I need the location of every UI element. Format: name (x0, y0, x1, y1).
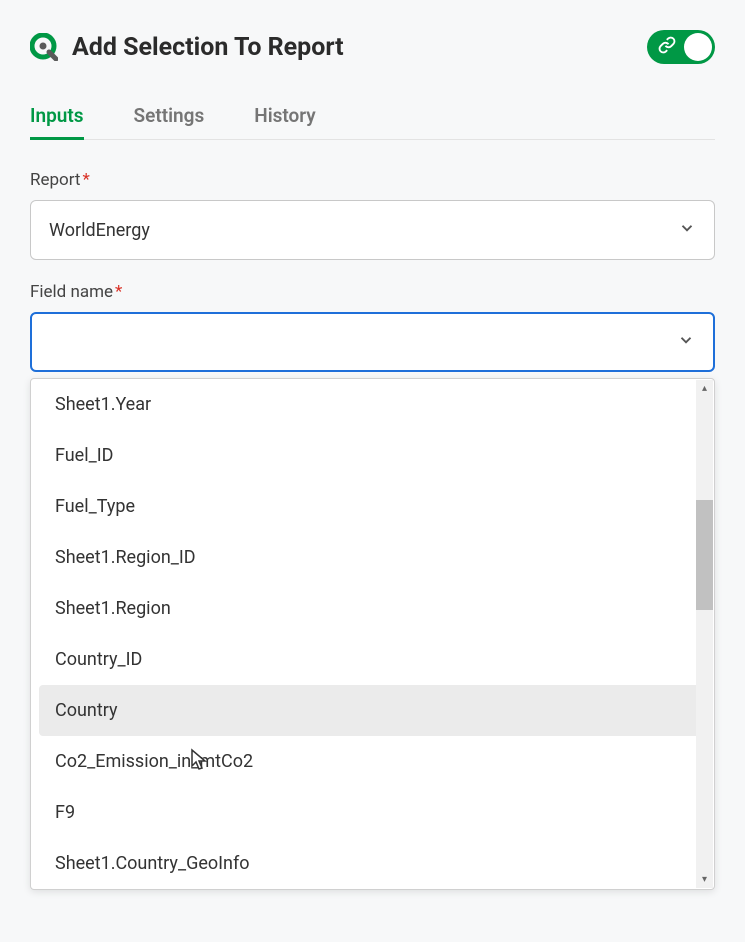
field-name-select[interactable] (30, 312, 715, 372)
panel-header: Add Selection To Report (30, 30, 715, 64)
toggle-knob (684, 33, 712, 61)
dropdown-option[interactable]: Sheet1.Region_ID (31, 532, 714, 583)
dropdown-list[interactable]: Sheet1.YearFuel_IDFuel_TypeSheet1.Region… (31, 379, 714, 889)
scrollbar-up-icon[interactable]: ▴ (696, 380, 713, 397)
required-asterisk: * (82, 170, 89, 190)
dropdown-option[interactable]: Sheet1.Region (31, 583, 714, 634)
field-name-label: Field name* (30, 282, 715, 302)
report-label: Report* (30, 170, 715, 190)
dropdown-option[interactable]: Co2_Emission_in_mtCo2 (31, 736, 714, 787)
dropdown-option[interactable]: F9 (31, 787, 714, 838)
dropdown-option[interactable]: Sheet1.Year (31, 379, 714, 430)
chevron-down-icon (677, 331, 695, 354)
dropdown-option[interactable]: Fuel_ID (31, 430, 714, 481)
qlik-logo-icon (30, 33, 58, 61)
panel-title: Add Selection To Report (72, 33, 344, 62)
report-select-value: WorldEnergy (49, 220, 150, 241)
tab-inputs[interactable]: Inputs (30, 94, 84, 140)
dropdown-option[interactable]: Fuel_Type (31, 481, 714, 532)
chevron-down-icon (678, 219, 696, 242)
enable-toggle[interactable] (647, 30, 715, 64)
field-name-dropdown: Sheet1.YearFuel_IDFuel_TypeSheet1.Region… (30, 378, 715, 890)
tab-settings[interactable]: Settings (134, 94, 205, 140)
required-asterisk: * (115, 282, 122, 302)
dropdown-option[interactable]: Sheet1.Country_GeoInfo (31, 838, 714, 889)
scrollbar[interactable]: ▴ ▾ (696, 380, 713, 888)
scrollbar-thumb[interactable] (696, 500, 713, 610)
scrollbar-down-icon[interactable]: ▾ (696, 871, 713, 888)
report-select[interactable]: WorldEnergy (30, 200, 715, 260)
tabs-bar: Inputs Settings History (30, 94, 715, 140)
dropdown-option[interactable]: Country (39, 685, 706, 736)
dropdown-option[interactable]: Country_ID (31, 634, 714, 685)
link-icon (658, 36, 676, 58)
tab-history[interactable]: History (254, 94, 316, 140)
